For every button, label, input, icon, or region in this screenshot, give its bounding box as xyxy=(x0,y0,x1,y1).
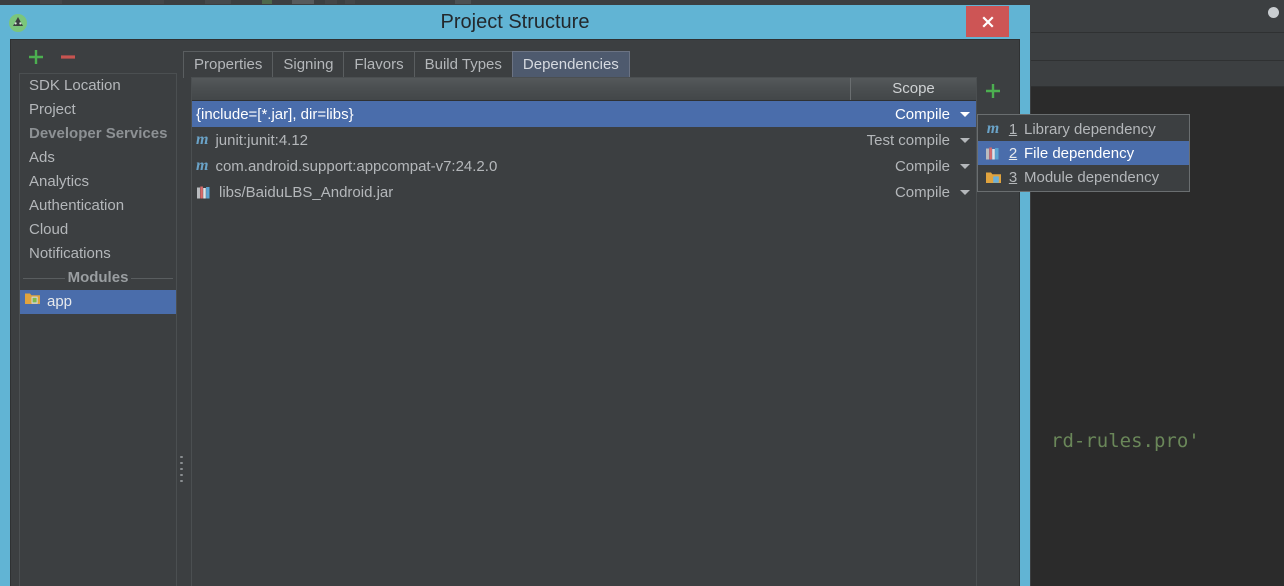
close-button[interactable] xyxy=(966,6,1009,37)
project-structure-dialog: Project Structure SDK Location Project D… xyxy=(0,5,1030,586)
dependency-scope-cell[interactable]: Compile xyxy=(850,153,976,179)
settings-tabs: Properties Signing Flavors Build Types D… xyxy=(183,51,630,78)
column-header-scope[interactable]: Scope xyxy=(850,78,976,100)
dependency-scope: Compile xyxy=(894,183,950,201)
sidebar-item-project[interactable]: Project xyxy=(20,98,176,122)
dependency-name-cell: {include=[*.jar], dir=libs} xyxy=(192,106,850,123)
dependency-scope: Compile xyxy=(894,105,950,123)
dependency-scope-cell[interactable]: Test compile xyxy=(850,127,976,153)
sidebar-item-notifications[interactable]: Notifications xyxy=(20,242,176,266)
tab-dependencies[interactable]: Dependencies xyxy=(511,51,630,78)
sidebar-item-label: Modules xyxy=(67,269,129,286)
menu-item-mnemonic: 2 xyxy=(1008,144,1018,162)
chevron-down-icon[interactable] xyxy=(960,111,970,117)
sidebar-list[interactable]: SDK Location Project Developer Services … xyxy=(19,73,177,586)
tab-label: Flavors xyxy=(354,56,404,73)
maven-icon: m xyxy=(196,131,209,148)
column-header-name[interactable] xyxy=(192,78,850,100)
sidebar-toolbar xyxy=(11,40,169,73)
menu-item-label: Library dependency xyxy=(1024,120,1156,138)
table-row[interactable]: {include=[*.jar], dir=libs} Compile xyxy=(192,101,976,127)
column-header-scope-label: Scope xyxy=(892,80,935,97)
dependency-name: {include=[*.jar], dir=libs} xyxy=(196,105,354,123)
add-dependency-menu: m 1 Library dependency 2 File dependency xyxy=(977,114,1190,192)
tab-flavors[interactable]: Flavors xyxy=(343,51,415,78)
dependency-scope: Compile xyxy=(894,157,950,175)
add-module-button[interactable] xyxy=(27,48,45,66)
sidebar-item-label: Project xyxy=(29,101,76,118)
sidebar-item-cloud[interactable]: Cloud xyxy=(20,218,176,242)
sidebar-item-authentication[interactable]: Authentication xyxy=(20,194,176,218)
chevron-down-icon[interactable] xyxy=(960,189,970,195)
chevron-down-icon[interactable] xyxy=(960,163,970,169)
module-settings-panel: Properties Signing Flavors Build Types D… xyxy=(181,40,1019,586)
sidebar-item-label: Notifications xyxy=(29,245,111,262)
dialog-titlebar[interactable]: Project Structure xyxy=(0,5,1030,39)
dependencies-table: Scope {include=[*.jar], dir=libs} Compil… xyxy=(191,77,977,586)
sidebar-header-developer-services: Developer Services xyxy=(20,122,176,146)
tab-label: Signing xyxy=(283,56,334,73)
menu-item-mnemonic: 1 xyxy=(1008,120,1018,138)
tab-label: Build Types xyxy=(424,56,502,73)
sidebar-item-label: Analytics xyxy=(29,173,90,190)
dependency-scope: Test compile xyxy=(866,131,950,149)
tab-signing[interactable]: Signing xyxy=(272,51,345,78)
tab-properties[interactable]: Properties xyxy=(183,51,274,78)
table-row[interactable]: m junit:junit:4.12 Test compile xyxy=(192,127,976,153)
sidebar-item-analytics[interactable]: Analytics xyxy=(20,170,176,194)
sidebar-item-label: Ads xyxy=(29,149,55,166)
maven-icon: m xyxy=(196,157,209,174)
ide-divider xyxy=(1031,32,1284,33)
table-header-row: Scope xyxy=(192,78,976,101)
add-dependency-button[interactable] xyxy=(977,77,1009,105)
editor-code-text: rd-rules.pro' xyxy=(1051,430,1200,452)
tab-build-types[interactable]: Build Types xyxy=(413,51,513,78)
dialog-body: SDK Location Project Developer Services … xyxy=(10,39,1020,586)
menu-item-module-dependency[interactable]: 3 Module dependency xyxy=(978,165,1189,189)
library-books-icon xyxy=(984,144,1002,162)
dependency-name: libs/BaiduLBS_Android.jar xyxy=(219,183,394,201)
dependency-name: com.android.support:appcompat-v7:24.2.0 xyxy=(215,157,498,175)
dependency-name: junit:junit:4.12 xyxy=(215,131,309,149)
chevron-down-icon[interactable] xyxy=(960,137,970,143)
dependency-scope-cell[interactable]: Compile xyxy=(850,179,976,205)
tab-label: Properties xyxy=(194,56,263,73)
menu-item-library-dependency[interactable]: m 1 Library dependency xyxy=(978,117,1189,141)
sidebar-item-app[interactable]: app xyxy=(20,290,176,314)
sidebar-section-modules: Modules xyxy=(20,266,176,290)
ide-divider xyxy=(1031,60,1284,61)
library-books-icon xyxy=(196,185,212,200)
screen: rd-rules.pro' Project Structure SDK Loca… xyxy=(0,0,1284,586)
sidebar-item-label: Developer Services xyxy=(29,125,168,142)
sidebar-item-label: SDK Location xyxy=(29,77,121,94)
module-folder-icon xyxy=(984,168,1002,186)
dependency-scope-cell[interactable]: Compile xyxy=(850,101,976,127)
dependency-name-cell: m com.android.support:appcompat-v7:24.2.… xyxy=(192,157,850,175)
sidebar-item-label: Cloud xyxy=(29,221,69,238)
table-row[interactable]: m com.android.support:appcompat-v7:24.2.… xyxy=(192,153,976,179)
sidebar-item-sdk-location[interactable]: SDK Location xyxy=(20,74,176,98)
remove-module-button[interactable] xyxy=(59,48,77,66)
tab-label: Dependencies xyxy=(522,56,619,73)
maven-icon: m xyxy=(986,120,1000,137)
dependency-name-cell: libs/BaiduLBS_Android.jar xyxy=(192,184,850,201)
sidebar-item-label: app xyxy=(47,293,73,310)
sidebar-item-ads[interactable]: Ads xyxy=(20,146,176,170)
table-row[interactable]: libs/BaiduLBS_Android.jar Compile xyxy=(192,179,976,205)
menu-item-mnemonic: 3 xyxy=(1008,168,1018,186)
menu-item-label: Module dependency xyxy=(1024,168,1160,186)
dialog-title: Project Structure xyxy=(440,11,590,33)
module-folder-icon xyxy=(24,290,41,314)
ide-status-indicator xyxy=(1268,7,1279,18)
menu-item-file-dependency[interactable]: 2 File dependency xyxy=(978,141,1189,165)
menu-item-label: File dependency xyxy=(1024,144,1135,162)
sidebar-item-label: Authentication xyxy=(29,197,125,214)
dependency-name-cell: m junit:junit:4.12 xyxy=(192,131,850,149)
